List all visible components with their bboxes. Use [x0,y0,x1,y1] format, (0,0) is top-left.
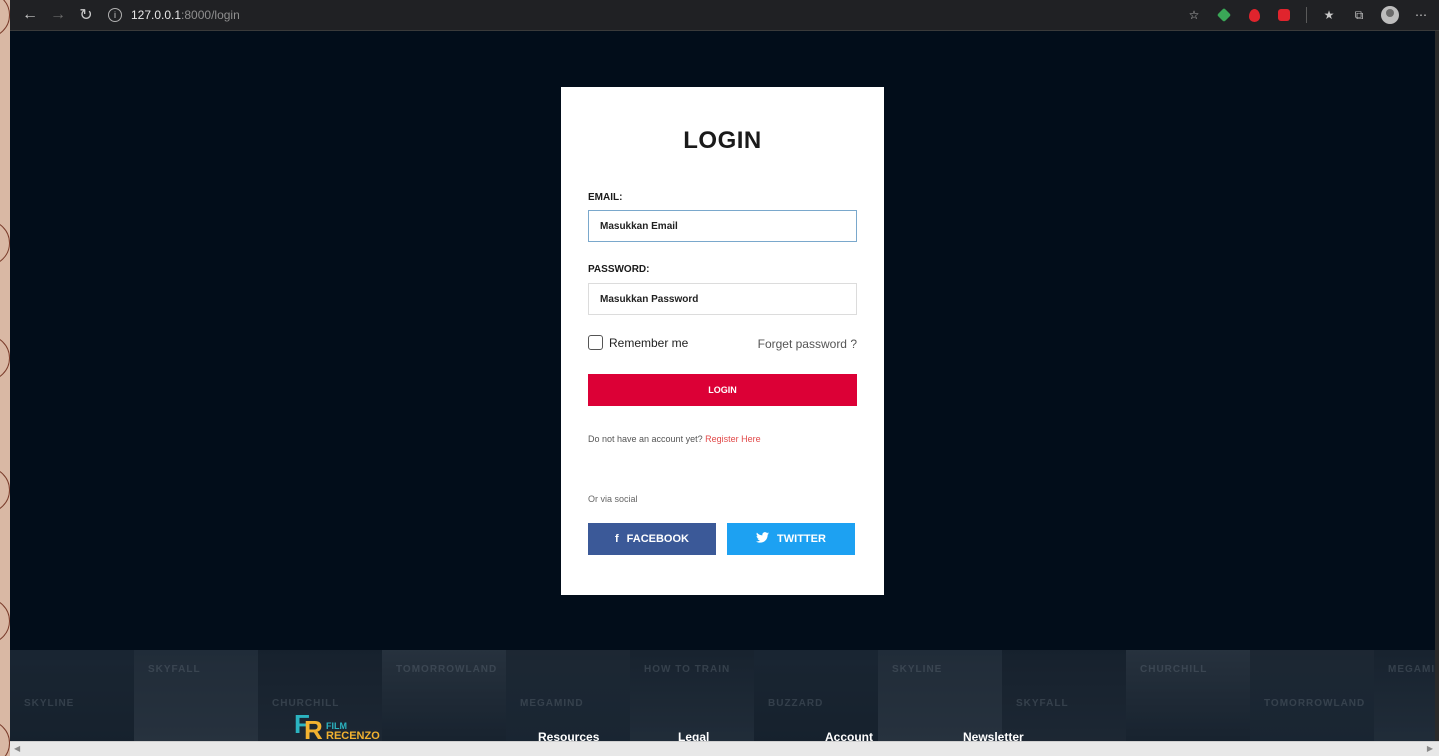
register-link[interactable]: Register Here [705,434,761,444]
more-menu-icon[interactable]: ⋯ [1413,7,1429,23]
browser-toolbar: ← → ↻ i 127.0.0.1:8000/login ☆ ★ ⧉ ⋯ [10,0,1439,31]
password-field[interactable]: Masukkan Password [588,283,857,315]
url-path: :8000/login [181,8,240,22]
password-label: PASSWORD: [588,264,650,275]
footer-link-legal[interactable]: Legal [678,730,709,741]
horizontal-scrollbar[interactable]: ◀ ▶ [10,741,1439,756]
email-field-value: Masukkan Email [600,220,678,232]
email-label: EMAIL: [588,192,623,203]
scroll-right-icon[interactable]: ▶ [1427,744,1433,753]
social-label: Or via social [588,494,638,504]
url-host: 127.0.0.1 [131,8,182,22]
login-button[interactable]: LOGIN [588,374,857,406]
facebook-icon: f [614,533,619,545]
forgot-password-link[interactable]: Forget password ? [758,337,857,351]
favorites-icon[interactable]: ★ [1321,7,1337,23]
toolbar-divider [1306,7,1307,23]
register-prompt: Do not have an account yet? Register Her… [588,434,761,444]
page-content: LOGIN EMAIL: Masukkan Email PASSWORD: Ma… [10,31,1439,741]
site-info-icon[interactable]: i [108,8,122,22]
twitter-label: TWITTER [777,533,826,545]
footer-link-newsletter[interactable]: Newsletter [963,730,1024,741]
login-title: LOGIN [683,127,762,154]
toolbar-actions: ☆ ★ ⧉ ⋯ [1186,6,1439,24]
vertical-scrollbar[interactable] [1435,31,1439,741]
scroll-left-icon[interactable]: ◀ [14,744,20,753]
forward-icon[interactable]: → [44,1,72,29]
add-favorite-icon[interactable]: ☆ [1186,7,1202,23]
facebook-button[interactable]: f FACEBOOK [588,523,716,555]
login-card: LOGIN EMAIL: Masukkan Email PASSWORD: Ma… [561,87,884,595]
collections-icon[interactable]: ⧉ [1351,7,1367,23]
remember-label: Remember me [609,335,689,350]
address-bar[interactable]: i 127.0.0.1:8000/login [108,8,240,22]
footer-link-account[interactable]: Account [825,730,873,741]
email-field[interactable]: Masukkan Email [588,210,857,242]
footer: SKYLINE SKYFALL CHURCHILL TOMORROWLAND MEGAM… [10,650,1439,741]
site-logo[interactable]: FR FILM RECENZO [294,711,380,741]
reload-icon[interactable]: ↻ [72,1,100,29]
back-icon[interactable]: ← [16,1,44,29]
extension-red-square-icon[interactable] [1276,7,1292,23]
remember-checkbox[interactable] [588,335,603,350]
logo-mark: FR [294,709,323,741]
logo-text: FILM RECENZO [326,721,380,741]
logo-recenzo-text: RECENZO [326,730,380,742]
extension-green-icon[interactable] [1216,7,1232,23]
footer-link-resources[interactable]: Resources [538,730,599,741]
profile-avatar[interactable] [1381,6,1399,24]
remember-me[interactable]: Remember me [588,335,688,350]
desktop-decoration [0,0,10,756]
facebook-label: FACEBOOK [626,533,689,545]
extension-red-drop-icon[interactable] [1246,7,1262,23]
register-prompt-text: Do not have an account yet? [588,434,703,444]
footer-overlay [10,650,1439,741]
password-field-value: Masukkan Password [600,293,699,305]
twitter-button[interactable]: TWITTER [727,523,855,555]
twitter-icon [756,532,770,546]
